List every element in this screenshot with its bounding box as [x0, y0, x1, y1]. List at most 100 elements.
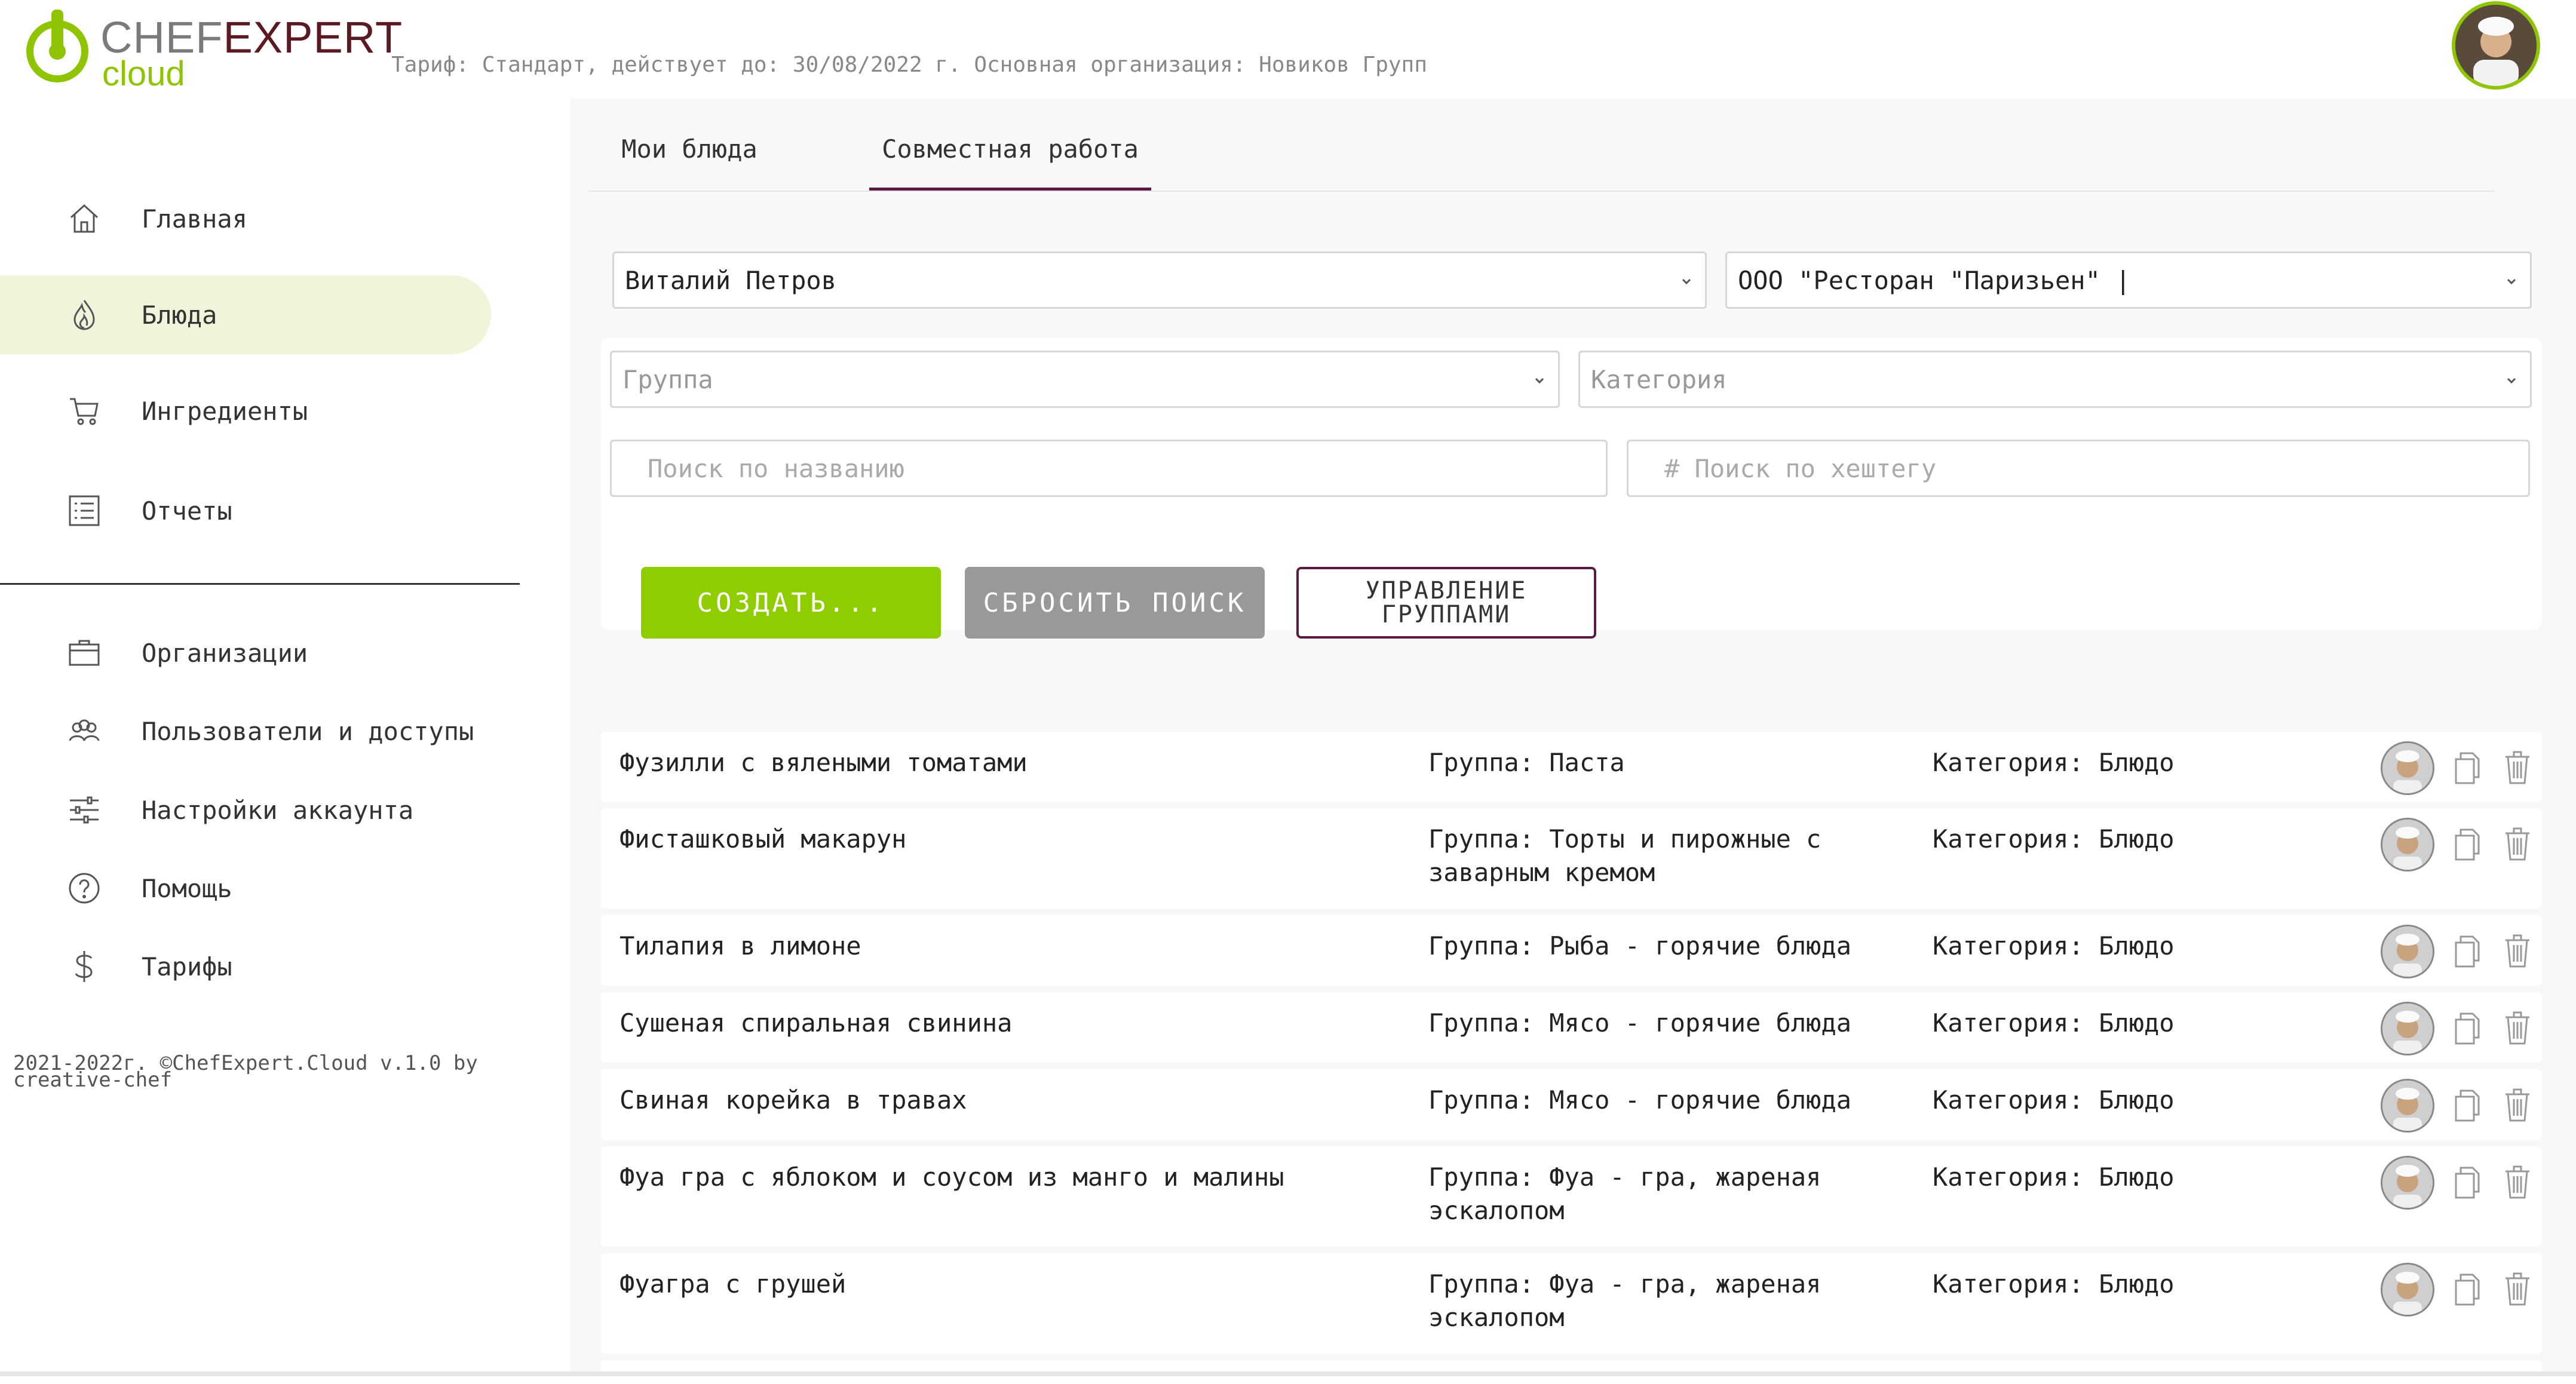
- dish-category: Категория: Блюдо: [1933, 824, 2175, 854]
- dish-name: Фуа гра с яблоком и соусом из манго и ма…: [620, 1162, 1284, 1192]
- sidebar-item-tariffs[interactable]: Тарифы: [0, 927, 491, 1006]
- dish-category: Категория: Блюдо: [1933, 1162, 2175, 1192]
- dish-row[interactable]: Фисташковый макарун Группа: Торты и пиро…: [600, 808, 2542, 909]
- sidebar-item-label: Главная: [142, 204, 248, 234]
- horizontal-scrollbar[interactable]: [0, 1371, 2576, 1376]
- tab-my-dishes[interactable]: Мои блюда: [615, 134, 764, 191]
- dish-category: Категория: Блюдо: [1933, 931, 2175, 960]
- user-select[interactable]: Виталий Петров: [612, 251, 1707, 309]
- sidebar-item-organizations[interactable]: Организации: [0, 613, 491, 692]
- list-icon: [66, 492, 103, 529]
- home-icon: [66, 200, 103, 237]
- trash-icon[interactable]: [2503, 1271, 2532, 1307]
- dish-row[interactable]: Фуа гра с яблоком и соусом из манго и ма…: [600, 1146, 2542, 1247]
- logo-subtitle: cloud: [102, 54, 185, 93]
- dish-row[interactable]: Свиная корейка в травах Группа: Мясо - г…: [600, 1069, 2542, 1140]
- dish-group: Группа: Рыба - горячие блюда: [1428, 931, 1852, 960]
- sidebar-item-label: Организации: [142, 638, 308, 668]
- sidebar-item-dishes[interactable]: Блюда: [0, 275, 491, 354]
- main-content: Мои блюда Совместная работа Виталий Петр…: [571, 99, 2576, 1384]
- sidebar-item-label: Ингредиенты: [142, 396, 308, 426]
- chef-avatar-image: [2455, 5, 2537, 86]
- search-name-input[interactable]: Поиск по названию: [610, 440, 1608, 497]
- author-avatar[interactable]: [2381, 1156, 2434, 1210]
- sidebar-item-account-settings[interactable]: Настройки аккаунта: [0, 771, 491, 849]
- sidebar-item-home[interactable]: Главная: [0, 179, 491, 258]
- dish-group: Группа: Фуа - гра, жареная эскалопом: [1428, 1162, 1821, 1225]
- copy-icon[interactable]: [2452, 1165, 2481, 1200]
- dish-row[interactable]: Фузилли с вялеными томатами Группа: Паст…: [600, 732, 2542, 802]
- copyright-footer: 2021-2022г. ©ChefExpert.Cloud v.1.0 by c…: [13, 1051, 478, 1092]
- dish-name: Фузилли с вялеными томатами: [620, 748, 1028, 777]
- trash-icon[interactable]: [2503, 826, 2532, 862]
- author-avatar[interactable]: [2381, 925, 2434, 978]
- dish-category: Категория: Блюдо: [1933, 1008, 2175, 1038]
- trash-icon[interactable]: [2503, 1164, 2532, 1200]
- dish-group: Группа: Мясо - горячие блюда: [1428, 1008, 1852, 1038]
- dish-row[interactable]: Фуагра с грушей Группа: Фуа - гра, жарен…: [600, 1253, 2542, 1354]
- help-icon: [66, 870, 103, 907]
- copy-icon[interactable]: [2452, 1011, 2481, 1046]
- trash-icon[interactable]: [2503, 1087, 2532, 1123]
- reset-search-button[interactable]: СБРОСИТЬ ПОИСК: [965, 567, 1265, 639]
- dish-group: Группа: Фуа - гра, жареная эскалопом: [1428, 1269, 1821, 1332]
- group-select[interactable]: Группа: [610, 351, 1560, 408]
- app-logo[interactable]: CHEFEXPERT cloud: [23, 6, 402, 93]
- dish-name: Фисташковый макарун: [620, 824, 907, 854]
- manage-groups-button[interactable]: УПРАВЛЕНИЕ ГРУППАМИ: [1296, 567, 1596, 639]
- author-avatar[interactable]: [2381, 741, 2434, 795]
- search-hashtag-input[interactable]: # Поиск по хештегу: [1627, 440, 2530, 497]
- sidebar-item-label: Блюда: [142, 300, 217, 330]
- copy-icon[interactable]: [2452, 751, 2481, 785]
- author-avatar[interactable]: [2381, 1079, 2434, 1133]
- sidebar-item-help[interactable]: Помощь: [0, 849, 491, 928]
- trash-icon[interactable]: [2503, 933, 2532, 969]
- author-avatar[interactable]: [2381, 1002, 2434, 1055]
- briefcase-icon: [66, 634, 103, 671]
- copy-icon[interactable]: [2452, 1088, 2481, 1123]
- cart-icon: [66, 392, 103, 429]
- user-avatar[interactable]: [2452, 1, 2540, 90]
- chevron-down-icon: [1535, 378, 1544, 384]
- author-avatar[interactable]: [2381, 1263, 2434, 1317]
- trash-icon[interactable]: [2503, 1010, 2532, 1046]
- sidebar-item-ingredients[interactable]: Ингредиенты: [0, 372, 491, 450]
- sidebar-item-label: Пользователи и доступы: [142, 716, 474, 746]
- dish-category: Категория: Блюдо: [1933, 1269, 2175, 1299]
- sidebar-divider: [0, 583, 520, 585]
- dish-row[interactable]: Тилапия в лимоне Группа: Рыба - горячие …: [600, 915, 2542, 986]
- sidebar-item-users[interactable]: Пользователи и доступы: [0, 692, 491, 771]
- tariff-info: Тариф: Стандарт, действует до: 30/08/202…: [391, 53, 1427, 77]
- copy-icon[interactable]: [2452, 1272, 2481, 1307]
- category-select[interactable]: Категория: [1578, 351, 2532, 408]
- chevron-down-icon: [1682, 278, 1691, 285]
- sidebar-item-reports[interactable]: Отчеты: [0, 471, 491, 550]
- sidebar-item-label: Тарифы: [142, 952, 232, 981]
- sliders-icon: [66, 791, 103, 828]
- dish-category: Категория: Блюдо: [1933, 1085, 2175, 1115]
- dish-row[interactable]: Сушеная спиральная свинина Группа: Мясо …: [600, 992, 2542, 1063]
- dish-group: Группа: Паста: [1428, 748, 1625, 777]
- organization-select[interactable]: ООО "Ресторан "Паризьен" |: [1725, 251, 2532, 309]
- button-label-line: ГРУППАМИ: [1381, 601, 1511, 628]
- tab-collaboration[interactable]: Совместная работа: [869, 134, 1151, 191]
- button-label-line: УПРАВЛЕНИЕ: [1365, 577, 1528, 604]
- sidebar-item-label: Отчеты: [142, 496, 232, 526]
- trash-icon[interactable]: [2503, 750, 2532, 785]
- dish-name: Тилапия в лимоне: [620, 931, 861, 960]
- dish-group: Группа: Торты и пирожные с заварным крем…: [1428, 824, 1821, 887]
- tab-bar: Мои блюда Совместная работа: [588, 99, 2494, 192]
- dish-name: Свиная корейка в травах: [620, 1085, 967, 1115]
- copy-icon[interactable]: [2452, 827, 2481, 862]
- dish-name: Фуагра с грушей: [620, 1269, 847, 1299]
- create-button[interactable]: СОЗДАТЬ...: [641, 567, 941, 639]
- chevron-down-icon: [2507, 278, 2516, 285]
- copy-icon[interactable]: [2452, 934, 2481, 969]
- author-avatar[interactable]: [2381, 818, 2434, 871]
- sidebar-item-label: Настройки аккаунта: [142, 795, 414, 825]
- flame-icon: [66, 296, 103, 333]
- dish-name: Сушеная спиральная свинина: [620, 1008, 1013, 1038]
- sidebar-item-label: Помощь: [142, 873, 232, 903]
- dish-category: Категория: Блюдо: [1933, 748, 2175, 777]
- chevron-down-icon: [2507, 378, 2516, 384]
